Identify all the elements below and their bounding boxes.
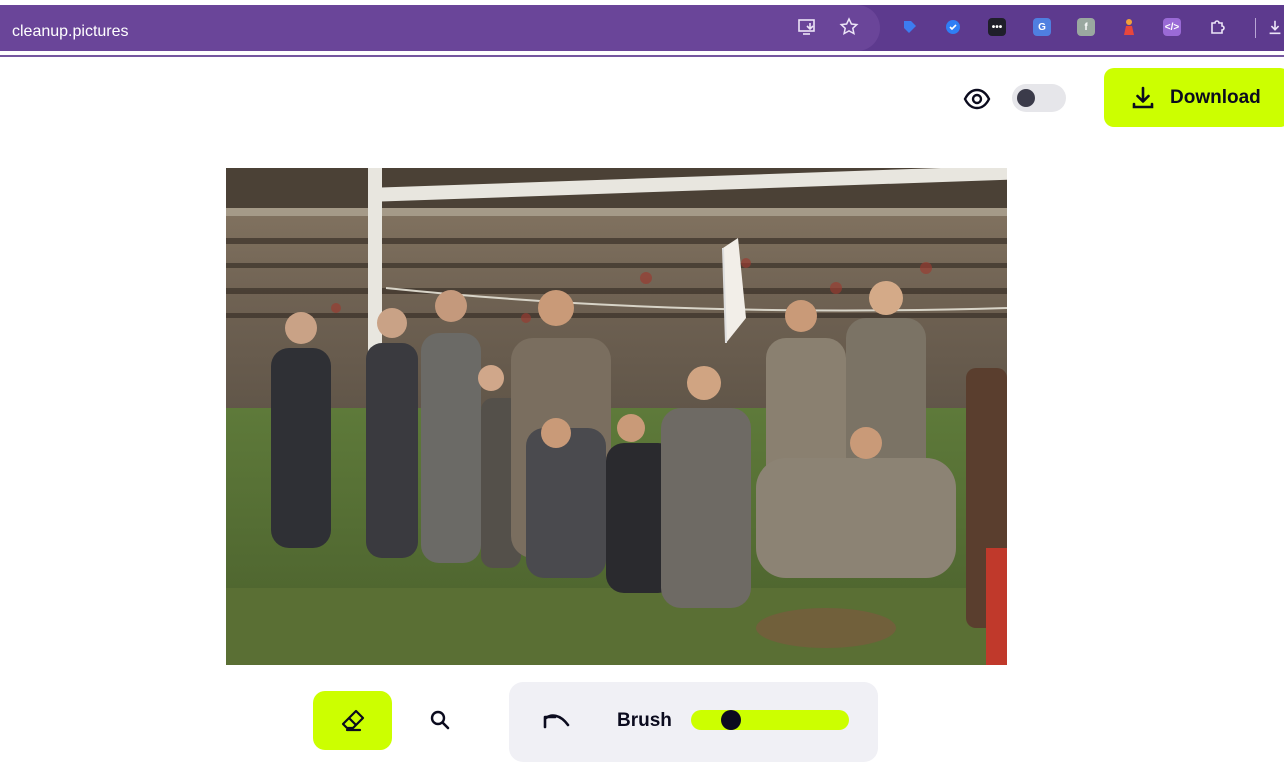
slider-thumb[interactable] [720,710,741,730]
eraser-tool-button[interactable] [313,691,392,750]
magnifier-icon [430,710,450,730]
code-extension-icon[interactable]: </> [1163,18,1181,36]
translate-extension-icon[interactable]: G [1033,18,1051,36]
toggle-knob [1017,89,1035,107]
zoom-tool-button[interactable] [420,700,460,740]
download-icon [1132,86,1154,108]
compare-toggle[interactable] [1012,84,1066,112]
photo-canvas[interactable] [226,168,1007,665]
url-text[interactable]: cleanup.pictures [12,23,129,41]
brush-size-slider[interactable] [691,710,849,730]
download-label: Download [1170,86,1261,108]
tag-extension-icon[interactable] [901,18,919,36]
eye-icon[interactable] [963,85,991,113]
font-extension-icon[interactable]: f [1077,18,1095,36]
brush-panel: Brush [509,682,878,762]
extensions-puzzle-icon[interactable] [1207,16,1229,38]
undo-icon [543,714,570,729]
browser-toolbar: cleanup.pictures ••• G f </> [0,0,1284,57]
more-extension-icon[interactable]: ••• [988,18,1006,36]
undo-button[interactable] [539,706,575,736]
download-button[interactable]: Download [1104,68,1284,127]
toolbar-divider [0,55,1284,57]
download-arrow-icon[interactable] [1266,16,1284,38]
brush-label: Brush [617,710,672,731]
install-app-icon[interactable] [797,16,819,38]
toolbar-separator [1255,18,1256,38]
check-extension-icon[interactable] [944,18,962,36]
eraser-icon [341,709,364,731]
figure-extension-icon[interactable] [1120,18,1138,36]
bookmark-star-icon[interactable] [838,16,860,38]
address-bar[interactable]: cleanup.pictures [0,5,880,51]
